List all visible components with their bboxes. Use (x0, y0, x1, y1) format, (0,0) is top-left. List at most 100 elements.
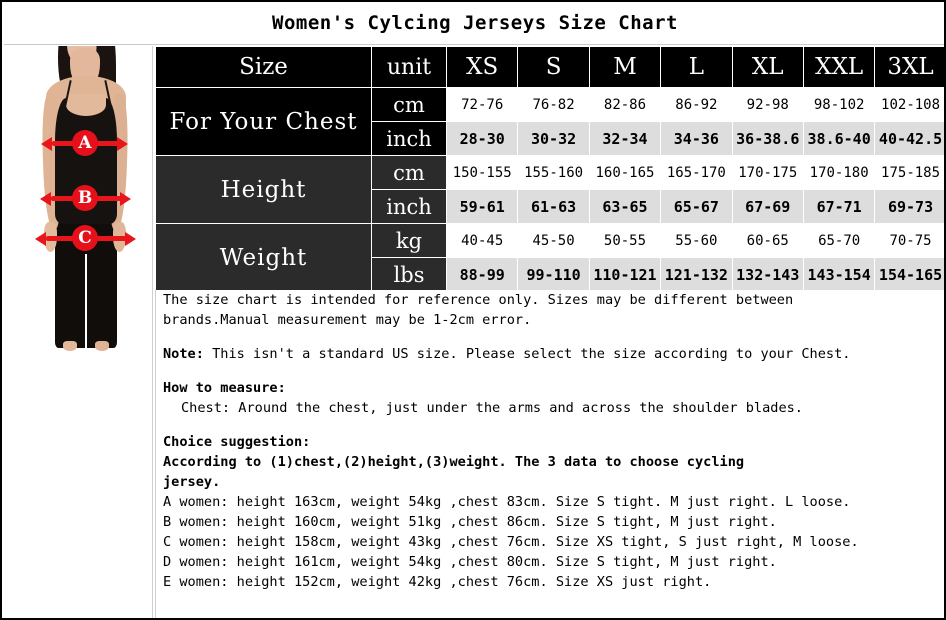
how-to-measure-chest: Chest: Around the chest, just under the … (181, 400, 803, 416)
cell-height-inch-xs: 59-61 (445, 189, 519, 224)
header-size-m: M (588, 46, 662, 88)
header-size-xxl: XXL (802, 46, 876, 88)
cell-chest-cm-l: 86-92 (660, 87, 733, 122)
cell-height-cm-3xl: 175-185 (874, 155, 944, 190)
example-women-e: E women: height 152cm, weight 42kg ,ches… (163, 574, 712, 590)
notes-section: The size chart is intended for reference… (155, 290, 944, 618)
camisole-neckline (66, 94, 106, 116)
header-size-l: L (660, 46, 733, 88)
size-table: Size unit XS S M L XL XXL 3XL For Your C… (155, 46, 944, 292)
marker-label-b: B (72, 185, 98, 211)
cell-weight-lbs-3xl: 154-165 (874, 257, 944, 292)
table-row: Height cm 150-155 155-160 160-165 165-17… (155, 155, 944, 224)
cell-weight-lbs-xl: 132-143 (731, 257, 804, 292)
arrow-right-icon (120, 191, 131, 206)
row-label-weight: Weight (155, 223, 372, 292)
how-to-measure-heading: How to measure: (163, 380, 286, 396)
cell-chest-cm-s: 76-82 (517, 87, 590, 122)
choice-suggestion-line-1: According to (1)chest,(2)height,(3)weigh… (163, 454, 745, 470)
row-label-height: Height (155, 155, 372, 224)
arrow-right-icon (117, 136, 128, 151)
cell-height-inch-xxl: 67-71 (802, 189, 876, 224)
model-photo-panel: A B C (5, 46, 152, 618)
cell-weight-lbs-l: 121-132 (660, 257, 733, 292)
cell-chest-inch-3xl: 40-42.5 (874, 121, 944, 156)
marker-label-a: A (72, 130, 98, 156)
cell-weight-kg-l: 55-60 (660, 223, 733, 258)
cell-height-cm-s: 155-160 (517, 155, 590, 190)
size-chart-page: Women's Cylcing Jerseys Size Chart A B C… (0, 0, 946, 620)
choice-suggestion-line-2: jersey. (163, 474, 221, 490)
cell-chest-inch-s: 30-32 (517, 121, 590, 156)
cell-weight-kg-m: 50-55 (588, 223, 662, 258)
chart-title-bar: Women's Cylcing Jerseys Size Chart (4, 2, 944, 45)
table-row: Weight kg 40-45 45-50 50-55 55-60 60-65 … (155, 223, 944, 292)
cell-weight-lbs-m: 110-121 (588, 257, 662, 292)
vertical-divider (152, 46, 153, 618)
cell-chest-inch-xs: 28-30 (445, 121, 519, 156)
cell-weight-kg-xxl: 65-70 (802, 223, 876, 258)
cell-height-inch-xl: 67-69 (731, 189, 804, 224)
cell-chest-inch-l: 34-36 (660, 121, 733, 156)
unit-height-inch: inch (371, 189, 447, 224)
cell-weight-kg-xs: 40-45 (445, 223, 519, 258)
cell-chest-inch-xl: 36-38.6 (731, 121, 804, 156)
header-size-xs: XS (445, 46, 519, 88)
cell-height-cm-xxl: 170-180 (802, 155, 876, 190)
header-size-label: Size (155, 46, 372, 88)
disclaimer-line-2: brands.Manual measurement may be 1-2cm e… (163, 312, 532, 328)
woman-measurement-photo: A B C (22, 46, 148, 351)
foot-right (95, 341, 109, 351)
cell-weight-kg-s: 45-50 (517, 223, 590, 258)
note-label: Note: (163, 346, 204, 362)
cell-height-inch-s: 61-63 (517, 189, 590, 224)
page-title: Women's Cylcing Jerseys Size Chart (272, 12, 678, 34)
cell-chest-cm-xs: 72-76 (445, 87, 519, 122)
cell-chest-cm-m: 82-86 (588, 87, 662, 122)
cell-weight-lbs-xxl: 143-154 (802, 257, 876, 292)
header-unit-label: unit (371, 46, 447, 88)
cell-chest-inch-xxl: 38.6-40 (802, 121, 876, 156)
unit-height-cm: cm (371, 155, 447, 190)
arrow-left-icon (40, 191, 51, 206)
example-women-b: B women: height 160cm, weight 51kg ,ches… (163, 514, 777, 530)
table-header-row: Size unit XS S M L XL XXL 3XL (155, 46, 944, 88)
example-women-a: A women: height 163cm, weight 54kg ,ches… (163, 494, 851, 510)
cell-chest-cm-xl: 92-98 (731, 87, 804, 122)
size-table-container: Size unit XS S M L XL XXL 3XL For Your C… (155, 46, 944, 292)
arrow-left-icon (35, 231, 46, 246)
cell-weight-lbs-s: 99-110 (517, 257, 590, 292)
table-row: For Your Chest cm 72-76 76-82 82-86 86-9… (155, 87, 944, 156)
marker-label-c: C (72, 225, 98, 251)
unit-chest-cm: cm (371, 87, 447, 122)
arrow-right-icon (125, 231, 136, 246)
unit-weight-lbs: lbs (371, 257, 447, 292)
unit-weight-kg: kg (371, 223, 447, 258)
choice-suggestion-heading: Choice suggestion: (163, 434, 311, 450)
cell-weight-kg-xl: 60-65 (731, 223, 804, 258)
example-women-d: D women: height 161cm, weight 54kg ,ches… (163, 554, 777, 570)
foot-left (63, 341, 77, 351)
cell-height-inch-m: 63-65 (588, 189, 662, 224)
cell-chest-inch-m: 32-34 (588, 121, 662, 156)
note-text: This isn't a standard US size. Please se… (203, 346, 851, 362)
cell-height-cm-xl: 170-175 (731, 155, 804, 190)
header-size-3xl: 3XL (874, 46, 944, 88)
header-size-s: S (517, 46, 590, 88)
note-line: Note: This isn't a standard US size. Ple… (163, 344, 944, 364)
cell-height-cm-xs: 150-155 (445, 155, 519, 190)
cell-weight-lbs-xs: 88-99 (445, 257, 519, 292)
cell-height-cm-l: 165-170 (660, 155, 733, 190)
cell-height-inch-3xl: 69-73 (874, 189, 944, 224)
cell-chest-cm-3xl: 102-108 (874, 87, 944, 122)
cell-height-cm-m: 160-165 (588, 155, 662, 190)
example-women-c: C women: height 158cm, weight 43kg ,ches… (163, 534, 859, 550)
arrow-left-icon (41, 136, 52, 151)
disclaimer-line-1: The size chart is intended for reference… (163, 292, 794, 308)
cell-weight-kg-3xl: 70-75 (874, 223, 944, 258)
unit-chest-inch: inch (371, 121, 447, 156)
leg-gap (85, 254, 87, 348)
